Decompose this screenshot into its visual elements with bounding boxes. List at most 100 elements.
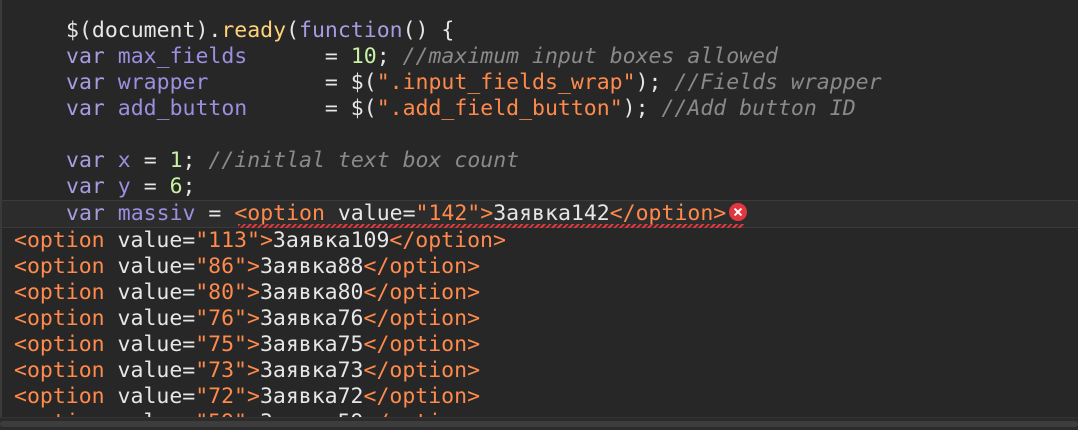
token-attr-value: "80" — [195, 280, 247, 305]
code-line-option[interactable]: <option value="73">Заявка73</option> — [14, 358, 480, 384]
token: ); — [622, 96, 649, 121]
token-tag: > — [247, 332, 260, 357]
token: = — [130, 148, 170, 173]
token-attr-value: "75" — [195, 332, 247, 357]
token-tag: > — [247, 254, 260, 279]
token-tag: </option> — [389, 228, 506, 253]
token-keyword: var — [66, 148, 105, 173]
token-text: Заявка142 — [493, 201, 610, 226]
token-tag: </option> — [363, 384, 481, 409]
code-line-option[interactable]: <option value="76">Заявка76</option> — [14, 306, 480, 332]
token: = — [247, 44, 351, 69]
token-comment: //maximum input boxes allowed — [389, 44, 778, 69]
token-tag: <option — [14, 306, 105, 331]
token-tag: > — [247, 358, 260, 383]
token-attr-value: "86" — [195, 254, 247, 279]
token-number: 1 — [169, 148, 183, 173]
token-tag: <option — [14, 280, 105, 305]
token: () { — [402, 18, 455, 43]
token-tag: <option — [14, 358, 105, 383]
code-line-option[interactable]: <option value="113">Заявка109</option> — [14, 228, 506, 254]
code-line-6[interactable]: var x = 1; //initlal text box count — [66, 148, 519, 174]
token-text: Заявка72 — [259, 384, 364, 409]
token-string: ".add_field_button" — [376, 96, 623, 121]
horizontal-scrollbar[interactable] — [0, 417, 1078, 430]
token-keyword: var — [66, 44, 105, 69]
token-attribute: value= — [104, 306, 196, 331]
scrollbar-thumb[interactable] — [0, 421, 1078, 427]
token-tag: <option — [234, 201, 325, 226]
token: ; — [182, 174, 196, 199]
token-attribute: value= — [104, 280, 196, 305]
token-keyword: var — [66, 201, 105, 226]
code-line-1[interactable]: $(document).ready(function() { — [66, 18, 454, 44]
token-attr-value: "72" — [195, 384, 247, 409]
token: ); — [635, 70, 662, 95]
token-tag: </option> — [609, 201, 727, 226]
token-comment: //Fields wrapper — [661, 70, 882, 95]
token-tag: </option> — [363, 254, 481, 279]
token-variable: massiv — [117, 201, 196, 226]
token-tag: </option> — [363, 280, 481, 305]
token-tag: </option> — [363, 358, 481, 383]
error-icon[interactable] — [729, 203, 748, 221]
code-editor[interactable]: $(document).ready(function() { var max_f… — [0, 0, 1078, 430]
token-function: ready — [221, 18, 287, 43]
token-keyword: var — [66, 174, 105, 199]
token: = — [130, 174, 170, 199]
token-tag: </option> — [363, 306, 481, 331]
code-line-4[interactable]: var add_button = $(".add_field_button");… — [66, 96, 856, 122]
token-text: Заявка75 — [259, 332, 364, 357]
token-text: Заявка80 — [259, 280, 364, 305]
token-tag: > — [247, 384, 260, 409]
token-attr-value: "76" — [195, 306, 247, 331]
token-tag: </option> — [363, 332, 481, 357]
token: ; — [376, 44, 390, 69]
token-tag: > — [259, 228, 273, 253]
token-keyword: var — [66, 96, 105, 121]
token: = $( — [208, 70, 377, 95]
token: = — [195, 201, 235, 226]
token-attribute: value= — [104, 384, 196, 409]
token-variable: max_fields — [117, 44, 248, 69]
token-tag: <option — [14, 254, 105, 279]
token-text: Заявка109 — [272, 228, 390, 253]
token-keyword: function — [299, 18, 403, 43]
token: ; — [182, 148, 196, 173]
token-tag: > — [480, 201, 494, 226]
token-attribute: value= — [104, 254, 196, 279]
token-number: 10 — [350, 44, 377, 69]
token-attr-value: "113" — [195, 228, 260, 253]
token-variable: add_button — [117, 96, 248, 121]
token: ( — [286, 18, 300, 43]
token-comment: //Add button ID — [648, 96, 856, 121]
code-line-option[interactable]: <option value="72">Заявка72</option> — [14, 384, 480, 410]
token-number: 6 — [169, 174, 183, 199]
token-tag: > — [247, 306, 260, 331]
code-line-3[interactable]: var wrapper = $(".input_fields_wrap"); /… — [66, 70, 882, 96]
token: $(document). — [66, 18, 222, 43]
code-line-option[interactable]: <option value="86">Заявка88</option> — [14, 254, 480, 280]
token-string: ".input_fields_wrap" — [376, 70, 636, 95]
code-line-option[interactable]: <option value="75">Заявка75</option> — [14, 332, 480, 358]
token-variable: y — [117, 174, 131, 199]
token-tag: > — [247, 280, 260, 305]
code-line-7[interactable]: var y = 6; — [66, 174, 196, 200]
token-variable: x — [117, 148, 131, 173]
token-comment: //initlal text box count — [195, 148, 520, 173]
token-keyword: var — [66, 70, 105, 95]
code-line-option[interactable]: <option value="80">Заявка80</option> — [14, 280, 480, 306]
token-variable: wrapper — [117, 70, 209, 95]
token-attribute: value= — [104, 358, 196, 383]
token-attribute: value= — [104, 332, 196, 357]
token-attr-value: "142" — [415, 201, 481, 226]
token-text: Заявка88 — [259, 254, 364, 279]
token-attr-value: "73" — [195, 358, 247, 383]
token-attribute: value= — [104, 228, 196, 253]
code-line-8-error[interactable]: var massiv = <option value="142">Заявка1… — [2, 200, 1078, 228]
token-text: Заявка76 — [259, 306, 364, 331]
token-text: Заявка73 — [259, 358, 364, 383]
code-line-2[interactable]: var max_fields = 10; //maximum input box… — [66, 44, 778, 70]
token-tag: <option — [14, 332, 105, 357]
token-tag: <option — [14, 228, 105, 253]
